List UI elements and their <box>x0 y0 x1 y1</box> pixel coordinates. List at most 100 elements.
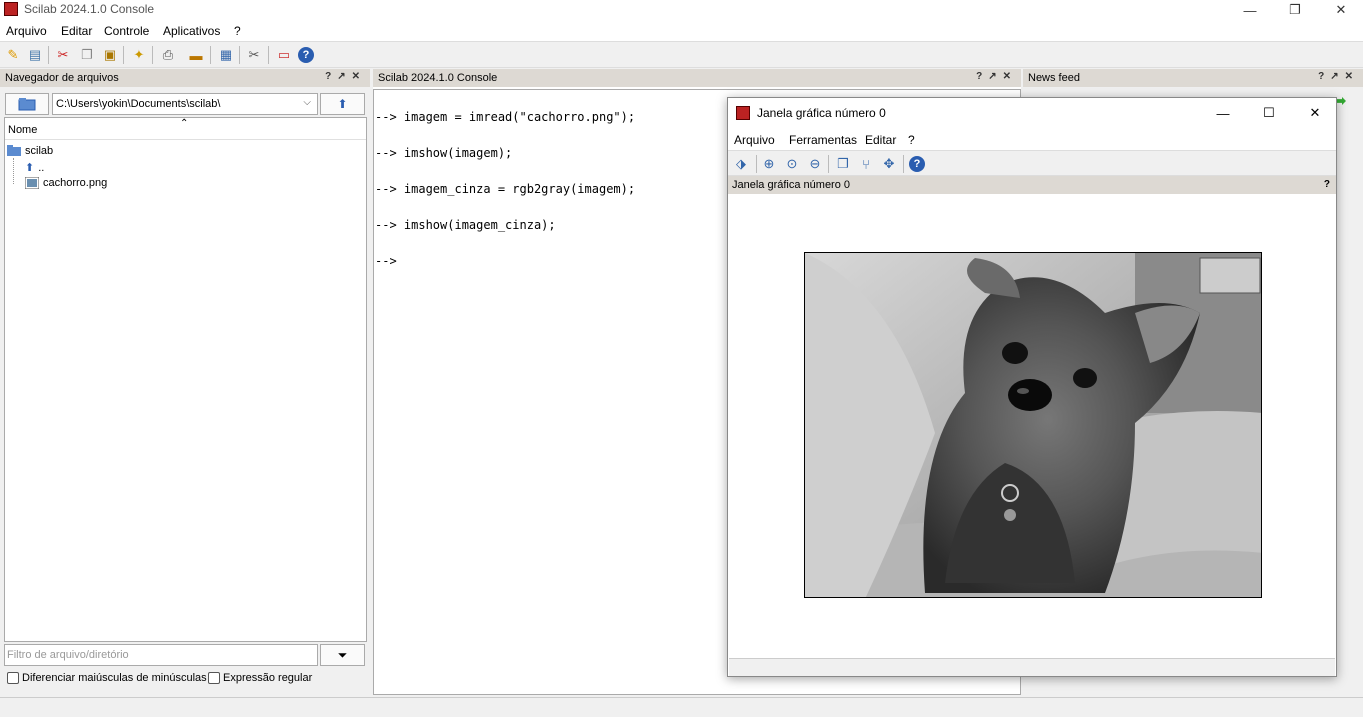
graphic-status-bar <box>729 658 1335 676</box>
console-line: --> imagem = imread("cachorro.png"); <box>375 110 636 124</box>
menu-editar[interactable]: Editar <box>865 133 896 147</box>
menu-ferramentas[interactable]: Ferramentas <box>789 133 857 147</box>
graphic-canvas[interactable] <box>728 194 1336 656</box>
graphic-menu-bar: Arquivo Ferramentas Editar ? <box>728 128 1336 150</box>
menu-controle[interactable]: Controle <box>104 24 149 38</box>
folder-open-icon <box>7 145 21 156</box>
graphic-window-title: Janela gráfica número 0 <box>757 106 886 120</box>
grayscale-dog-image <box>804 252 1262 598</box>
toolbar-separator <box>152 46 153 64</box>
graphic-window: Janela gráfica número 0 — ☐ ✕ Arquivo Fe… <box>727 97 1337 677</box>
help-icon[interactable]: ? <box>298 47 314 63</box>
cut-icon[interactable]: ✂ <box>54 46 72 64</box>
zoom-in-icon[interactable]: ⊕ <box>760 155 778 173</box>
file-filter-input[interactable]: Filtro de arquivo/diretório <box>4 644 318 666</box>
console-title: Scilab 2024.1.0 Console <box>378 72 498 84</box>
demos-icon[interactable]: ▭ <box>275 46 293 64</box>
file-tree: Nome ⌃ scilab ⬆ .. cachorro.png <box>4 117 367 642</box>
minimize-button[interactable]: — <box>1208 103 1238 123</box>
print-icon[interactable]: ⎙ <box>159 46 177 64</box>
panel-help-button[interactable]: ? <box>1324 179 1330 190</box>
menu-editar[interactable]: Editar <box>61 24 92 38</box>
case-sensitive-checkbox[interactable]: Diferenciar maiúsculas de minúsculas <box>7 672 207 684</box>
tree-item-parent[interactable]: ⬆ .. <box>25 161 44 175</box>
menu-arquivo[interactable]: Arquivo <box>6 24 47 38</box>
rotate-icon[interactable]: ⬗ <box>732 155 750 173</box>
menu-bar: Arquivo Editar Controle Aplicativos ? <box>0 20 1363 42</box>
window-title: Scilab 2024.1.0 Console <box>24 2 155 16</box>
up-arrow-icon: ⬆ <box>25 162 35 174</box>
console-line: --> imshow(imagem_cinza); <box>375 218 556 232</box>
copy-icon[interactable]: ❐ <box>78 46 96 64</box>
regex-checkbox[interactable]: Expressão regular <box>208 672 312 684</box>
file-browser-header: Navegador de arquivos ?↗✕ <box>0 69 370 87</box>
parent-directory-button[interactable]: ⬆ <box>320 93 365 115</box>
path-value: C:\Users\yokin\Documents\scilab\ <box>56 98 221 110</box>
tree-item-scilab[interactable]: scilab <box>7 145 53 157</box>
paste-icon[interactable]: ▣ <box>101 46 119 64</box>
filter-funnel-icon: ⏷ <box>337 647 348 662</box>
pan-icon[interactable]: ✥ <box>880 155 898 173</box>
checkbox-box[interactable] <box>208 672 220 684</box>
change-directory-icon[interactable]: ✦ <box>130 46 148 64</box>
menu-help[interactable]: ? <box>234 24 241 38</box>
zoom-original-icon[interactable]: ⊙ <box>783 155 801 173</box>
file-browser-panel: Navegador de arquivos ?↗✕ C:\Users\yokin… <box>0 69 370 695</box>
zoom-out-icon[interactable]: ⊖ <box>806 155 824 173</box>
main-toolbar: ✎ ▤ ✂ ❐ ▣ ✦ ⎙ ▬ ▦ ✂ ▭ ? <box>0 42 1363 68</box>
toolbar-separator <box>268 46 269 64</box>
open-file-icon[interactable]: ▤ <box>26 46 44 64</box>
copy-figure-icon[interactable]: ❐ <box>834 155 852 173</box>
toolbar-separator <box>210 46 211 64</box>
path-combobox[interactable]: C:\Users\yokin\Documents\scilab\ ⌵ <box>52 93 318 115</box>
console-prompt: --> <box>375 254 397 268</box>
help-icon[interactable]: ? <box>909 156 925 172</box>
graphic-window-titlebar: Janela gráfica número 0 — ☐ ✕ <box>728 98 1336 128</box>
folder-icon <box>18 98 36 111</box>
datatip-icon[interactable]: ⑂ <box>857 155 875 173</box>
panel-controls[interactable]: ?↗✕ <box>325 71 366 82</box>
atoms-icon[interactable]: ✂ <box>245 46 263 64</box>
new-script-icon[interactable]: ✎ <box>4 46 22 64</box>
console-line: --> imshow(imagem); <box>375 146 513 160</box>
browse-folder-button[interactable] <box>5 93 49 115</box>
title-bar: Scilab 2024.1.0 Console — ❐ ✕ <box>0 0 1363 20</box>
image-file-icon <box>25 177 39 189</box>
graphic-panel-header: Janela gráfica número 0 ? <box>728 176 1336 194</box>
graphic-toolbar: ⬗ ⊕ ⊙ ⊖ ❐ ⑂ ✥ ? <box>728 150 1336 176</box>
close-button[interactable]: ✕ <box>1318 0 1363 20</box>
checkbox-box[interactable] <box>7 672 19 684</box>
toolbar-separator <box>123 46 124 64</box>
menu-arquivo[interactable]: Arquivo <box>734 133 775 147</box>
scilab-app-icon <box>736 106 750 120</box>
menu-help[interactable]: ? <box>908 133 915 147</box>
close-button[interactable]: ✕ <box>1300 103 1330 123</box>
toolbar-separator <box>48 46 49 64</box>
xcos-icon[interactable]: ▦ <box>217 46 235 64</box>
column-header-name[interactable]: Nome ⌃ <box>5 118 366 140</box>
toolbar-separator <box>239 46 240 64</box>
toolbar-separator <box>903 155 904 173</box>
toolbar-separator <box>828 155 829 173</box>
clear-console-icon[interactable]: ▬ <box>187 46 205 64</box>
menu-aplicativos[interactable]: Aplicativos <box>163 24 220 38</box>
chevron-down-icon[interactable]: ⌵ <box>303 97 311 108</box>
tree-guide-line <box>13 158 14 184</box>
minimize-button[interactable]: — <box>1227 0 1273 20</box>
scilab-app-icon <box>4 2 18 16</box>
console-header: Scilab 2024.1.0 Console ?↗✕ <box>373 69 1021 87</box>
panel-controls[interactable]: ?↗✕ <box>1318 71 1359 82</box>
restore-button[interactable]: ❐ <box>1272 0 1318 20</box>
news-feed-header: News feed ?↗✕ <box>1023 69 1363 87</box>
filter-button[interactable]: ⏷ <box>320 644 365 666</box>
status-bar <box>0 697 1363 717</box>
news-feed-title: News feed <box>1028 72 1080 84</box>
graphic-panel-title: Janela gráfica número 0 <box>732 179 851 191</box>
panel-controls[interactable]: ?↗✕ <box>976 71 1017 82</box>
console-line: --> imagem_cinza = rgb2gray(imagem); <box>375 182 636 196</box>
sort-ascending-icon: ⌃ <box>180 118 189 129</box>
maximize-button[interactable]: ☐ <box>1254 103 1284 123</box>
toolbar-separator <box>756 155 757 173</box>
tree-item-cachorro[interactable]: cachorro.png <box>25 177 107 189</box>
file-browser-title: Navegador de arquivos <box>5 72 119 84</box>
